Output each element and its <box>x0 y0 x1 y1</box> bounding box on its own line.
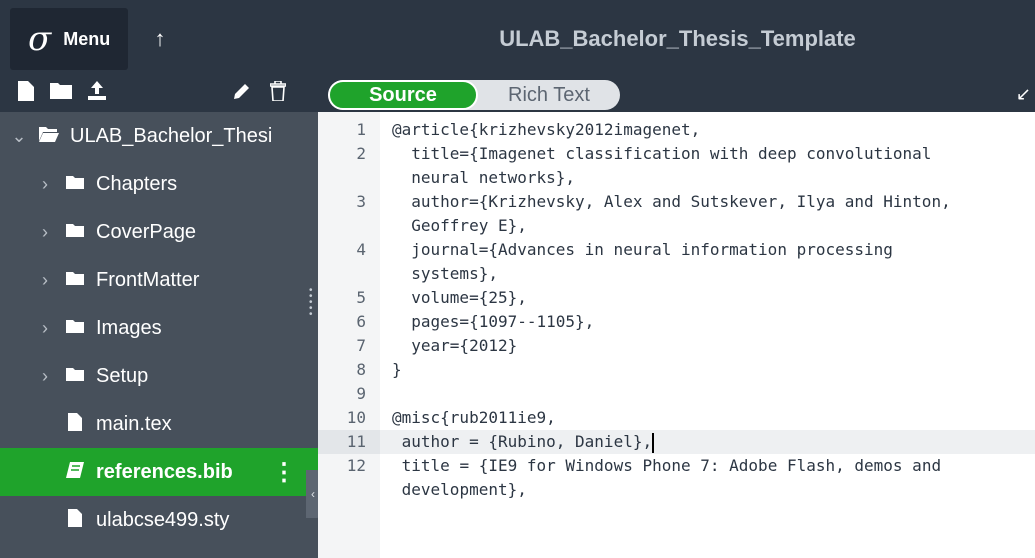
tree-item-ulabcse499-sty[interactable]: ulabcse499.sty <box>0 496 318 544</box>
folder-icon <box>64 174 86 194</box>
source-mode-button[interactable]: Source <box>328 80 478 110</box>
code-line: 12 title = {IE9 for Windows Phone 7: Ado… <box>318 454 1035 502</box>
folder-icon <box>64 366 86 386</box>
code-lines: 1 @article{krizhevsky2012imagenet, 2 titl… <box>318 118 1035 502</box>
expand-arrow-icon[interactable]: ↙ <box>1016 84 1031 105</box>
code-line: 4 journal={Advances in neural informatio… <box>318 238 1035 286</box>
code-line: 1 @article{krizhevsky2012imagenet, <box>318 118 1035 142</box>
line-number: 8 <box>356 360 366 379</box>
arrow-up-icon: ↑ <box>154 26 166 51</box>
file-icon <box>64 412 86 436</box>
file-icon <box>64 508 86 532</box>
tree-item-frontmatter[interactable]: › FrontMatter <box>0 256 318 304</box>
chevron-right-icon[interactable]: › <box>36 366 54 387</box>
top-bar: σ Menu ↑ ULAB_Bachelor_Thesis_Template <box>0 0 1035 78</box>
text-cursor <box>652 432 655 453</box>
line-number: 11 <box>318 430 380 454</box>
tree-item-references-bib[interactable]: references.bib ⋮ <box>0 448 318 496</box>
code-line: 6 pages={1097--1105}, <box>318 310 1035 334</box>
editor-toolbar: Source Rich Text ↙ <box>318 78 1035 112</box>
chevron-down-icon[interactable]: ⌄ <box>10 126 28 147</box>
code-editor[interactable]: 1 @article{krizhevsky2012imagenet, 2 titl… <box>318 112 1035 558</box>
folder-open-icon <box>38 126 60 147</box>
tree-item-images[interactable]: › Images <box>0 304 318 352</box>
tree-item-label: Setup <box>96 364 149 387</box>
tree-item-label: ulabcse499.sty <box>96 508 230 531</box>
code-line: 10 @misc{rub2011ie9, <box>318 406 1035 430</box>
file-tree-toolbar <box>0 78 318 112</box>
code-line: 8} <box>318 358 1035 382</box>
folder-icon <box>64 222 86 242</box>
code-line: 3 author={Krizhevsky, Alex and Sutskever… <box>318 190 1035 238</box>
line-text[interactable] <box>380 382 1020 406</box>
tree-item-chapters[interactable]: › Chapters <box>0 160 318 208</box>
line-number: 1 <box>356 120 366 139</box>
code-line: 7 year={2012} <box>318 334 1035 358</box>
tree-item-coverpage[interactable]: › CoverPage <box>0 208 318 256</box>
line-text[interactable]: title = {IE9 for Windows Phone 7: Adobe … <box>380 454 1020 502</box>
line-number: 5 <box>356 288 366 307</box>
file-tree-panel: ⌄ ULAB_Bachelor_Thesi › Chapters › Cover… <box>0 78 320 558</box>
book-icon <box>64 461 86 483</box>
new-file-icon[interactable] <box>18 81 34 107</box>
line-text[interactable]: @article{krizhevsky2012imagenet, <box>380 118 1020 142</box>
menu-label: Menu <box>63 28 111 49</box>
tree-item-label: FrontMatter <box>96 268 200 291</box>
line-number: 4 <box>356 240 366 259</box>
tree-root-label: ULAB_Bachelor_Thesi <box>70 124 273 147</box>
rename-pencil-icon[interactable] <box>232 81 252 107</box>
kebab-menu-icon[interactable]: ⋮ <box>272 458 296 487</box>
new-folder-icon[interactable] <box>50 81 72 105</box>
line-text[interactable]: pages={1097--1105}, <box>380 310 1020 334</box>
line-text[interactable]: title={Imagenet classification with deep… <box>380 142 1020 190</box>
line-number: 2 <box>356 144 366 163</box>
line-text[interactable]: } <box>380 358 1020 382</box>
folder-icon <box>64 270 86 290</box>
line-text[interactable]: author={Krizhevsky, Alex and Sutskever, … <box>380 190 1020 238</box>
line-number: 3 <box>356 192 366 211</box>
code-line-current: 11 author = {Rubino, Daniel}, <box>318 430 1035 454</box>
code-line: 5 volume={25}, <box>318 286 1035 310</box>
resize-handle[interactable]: • • • • • <box>309 286 313 328</box>
tree-root-folder[interactable]: ⌄ ULAB_Bachelor_Thesi <box>0 112 318 160</box>
tree-item-label: Chapters <box>96 172 178 195</box>
tree-item-label: references.bib <box>96 460 233 483</box>
back-to-projects-button[interactable]: ↑ <box>138 8 182 70</box>
line-number: 12 <box>346 456 366 475</box>
editor-mode-toggle: Source Rich Text <box>328 80 620 110</box>
upload-icon[interactable] <box>86 81 108 107</box>
line-text[interactable]: journal={Advances in neural information … <box>380 238 1020 286</box>
line-text[interactable]: year={2012} <box>380 334 1020 358</box>
folder-icon <box>64 318 86 338</box>
tree-item-setup[interactable]: › Setup <box>0 352 318 400</box>
line-text[interactable]: volume={25}, <box>380 286 1020 310</box>
line-number: 7 <box>356 336 366 355</box>
chevron-right-icon[interactable]: › <box>36 318 54 339</box>
line-number: 9 <box>356 384 366 403</box>
line-number: 10 <box>346 408 366 427</box>
chevron-right-icon[interactable]: › <box>36 174 54 195</box>
tree-item-main-tex[interactable]: main.tex <box>0 400 318 448</box>
delete-trash-icon[interactable] <box>269 80 287 107</box>
chevron-right-icon[interactable]: › <box>36 270 54 291</box>
menu-button[interactable]: σ Menu <box>10 8 128 70</box>
line-number: 6 <box>356 312 366 331</box>
tree-item-label: Images <box>96 316 162 339</box>
current-line-content: author = {Rubino, Daniel}, <box>392 432 653 451</box>
overleaf-logo-icon: σ <box>28 19 52 59</box>
rich-text-mode-button[interactable]: Rich Text <box>478 80 620 110</box>
code-line: 9 <box>318 382 1035 406</box>
tree-item-label: main.tex <box>96 412 172 435</box>
chevron-right-icon[interactable]: › <box>36 222 54 243</box>
line-text-current[interactable]: author = {Rubino, Daniel}, <box>380 430 1020 454</box>
project-title: ULAB_Bachelor_Thesis_Template <box>499 26 856 51</box>
code-line: 2 title={Imagenet classification with de… <box>318 142 1035 190</box>
line-text[interactable]: @misc{rub2011ie9, <box>380 406 1020 430</box>
tree-item-label: CoverPage <box>96 220 197 243</box>
